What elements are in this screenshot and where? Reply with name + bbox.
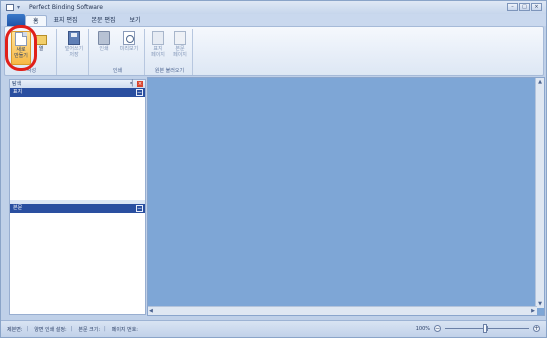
section-cover-header[interactable]: 표지 − bbox=[10, 88, 145, 97]
vertical-scrollbar[interactable]: ▲ ▼ bbox=[535, 78, 544, 308]
window-title: Perfect Binding Software bbox=[29, 4, 103, 11]
group-label-import: 원본 불러오기 bbox=[154, 68, 185, 74]
scroll-left-icon[interactable]: ◀ bbox=[149, 308, 153, 314]
import-body-label: 본문 페이지 bbox=[173, 46, 187, 58]
app-window: ▾ Perfect Binding Software – □ × 홈 표지 편집… bbox=[0, 0, 547, 338]
save-disk-icon bbox=[68, 31, 80, 45]
group-label-print: 인쇄 bbox=[112, 68, 123, 74]
tab-view[interactable]: 보기 bbox=[123, 15, 148, 26]
zoom-slider-thumb[interactable] bbox=[483, 324, 487, 333]
maximize-button[interactable]: □ bbox=[519, 3, 530, 11]
cover-page-icon bbox=[152, 31, 164, 45]
collapse-icon[interactable]: − bbox=[136, 205, 143, 212]
document-canvas[interactable]: ▲ ▼ ◀ ▶ bbox=[147, 77, 545, 316]
zoom-slider[interactable] bbox=[445, 324, 529, 333]
panel-close-icon[interactable]: × bbox=[137, 81, 143, 87]
zoom-out-button[interactable]: − bbox=[434, 325, 441, 332]
highlight-annotation-circle bbox=[5, 25, 37, 71]
print-button[interactable]: 인쇄 bbox=[94, 31, 114, 52]
status-body-size: 본문 크기: bbox=[78, 326, 101, 333]
panel-header: 탐색 ╡ × bbox=[10, 80, 145, 88]
preview-button[interactable]: 미리보기 bbox=[116, 31, 142, 52]
ribbon-group-print: 인쇄 미리보기 인쇄 bbox=[91, 29, 145, 75]
ribbon-group-import: 표지 페이지 본문 페이지 원본 불러오기 bbox=[147, 29, 193, 75]
ribbon-tabs: 홈 표지 편집 본문 편집 보기 bbox=[1, 14, 546, 26]
import-body-button[interactable]: 본문 페이지 bbox=[170, 31, 190, 58]
pin-icon[interactable]: ╡ bbox=[130, 80, 134, 88]
app-icon[interactable] bbox=[6, 4, 14, 11]
navigation-panel: 탐색 ╡ × 표지 − 본문 − bbox=[9, 79, 146, 315]
printer-icon bbox=[98, 31, 110, 45]
import-cover-label: 표지 페이지 bbox=[151, 46, 165, 58]
preview-icon bbox=[123, 31, 135, 45]
import-cover-button[interactable]: 표지 페이지 bbox=[148, 31, 168, 58]
ribbon: 새로 만들기 열 작성 덮어쓰기 저장 인쇄 미리보기 인쇄 표지 페이지 본문… bbox=[4, 26, 544, 76]
cover-list[interactable] bbox=[10, 97, 145, 200]
status-separator: | bbox=[70, 326, 73, 332]
collapse-icon[interactable]: − bbox=[136, 89, 143, 96]
minimize-button[interactable]: – bbox=[507, 3, 518, 11]
section-cover-label: 표지 bbox=[13, 89, 23, 95]
overwrite-save-label: 덮어쓰기 저장 bbox=[64, 46, 84, 58]
quick-access-dropdown-icon[interactable]: ▾ bbox=[17, 4, 23, 12]
zoom-center-tick bbox=[487, 326, 488, 331]
window-controls: – □ × bbox=[507, 3, 542, 11]
panel-title: 탐색 bbox=[12, 81, 22, 87]
ribbon-group-save: 덮어쓰기 저장 bbox=[59, 29, 89, 75]
zoom-in-button[interactable]: + bbox=[533, 325, 540, 332]
zoom-level: 100% bbox=[415, 325, 430, 332]
status-separator: | bbox=[26, 326, 29, 332]
body-list[interactable] bbox=[10, 213, 145, 314]
scroll-right-icon[interactable]: ▶ bbox=[531, 308, 535, 314]
close-button[interactable]: × bbox=[531, 3, 542, 11]
status-separator: | bbox=[104, 326, 106, 332]
body-page-icon bbox=[174, 31, 186, 45]
preview-label: 미리보기 bbox=[119, 46, 139, 52]
overwrite-save-button[interactable]: 덮어쓰기 저장 bbox=[62, 31, 86, 58]
horizontal-scrollbar[interactable]: ◀ ▶ bbox=[148, 306, 537, 315]
status-page-number: 페이지 번호: bbox=[111, 326, 138, 333]
status-duplex-setting: 양면 인쇄 설정: bbox=[34, 326, 67, 333]
zoom-control: 100% − + bbox=[415, 324, 540, 333]
section-body-label: 본문 bbox=[13, 205, 23, 211]
scroll-down-icon[interactable]: ▼ bbox=[537, 301, 543, 307]
tab-cover-edit[interactable]: 표지 편집 bbox=[47, 15, 85, 26]
tab-home[interactable]: 홈 bbox=[25, 15, 47, 26]
status-bar: 제본면: | 양면 인쇄 설정: | 본문 크기: | 페이지 번호: 100%… bbox=[1, 320, 546, 337]
scroll-up-icon[interactable]: ▲ bbox=[537, 79, 543, 85]
tab-body-edit[interactable]: 본문 편집 bbox=[85, 15, 123, 26]
status-binding-side: 제본면: bbox=[7, 326, 23, 333]
title-bar: ▾ Perfect Binding Software – □ × bbox=[1, 1, 546, 14]
section-body-header[interactable]: 본문 − bbox=[10, 204, 145, 213]
print-label: 인쇄 bbox=[99, 46, 109, 52]
